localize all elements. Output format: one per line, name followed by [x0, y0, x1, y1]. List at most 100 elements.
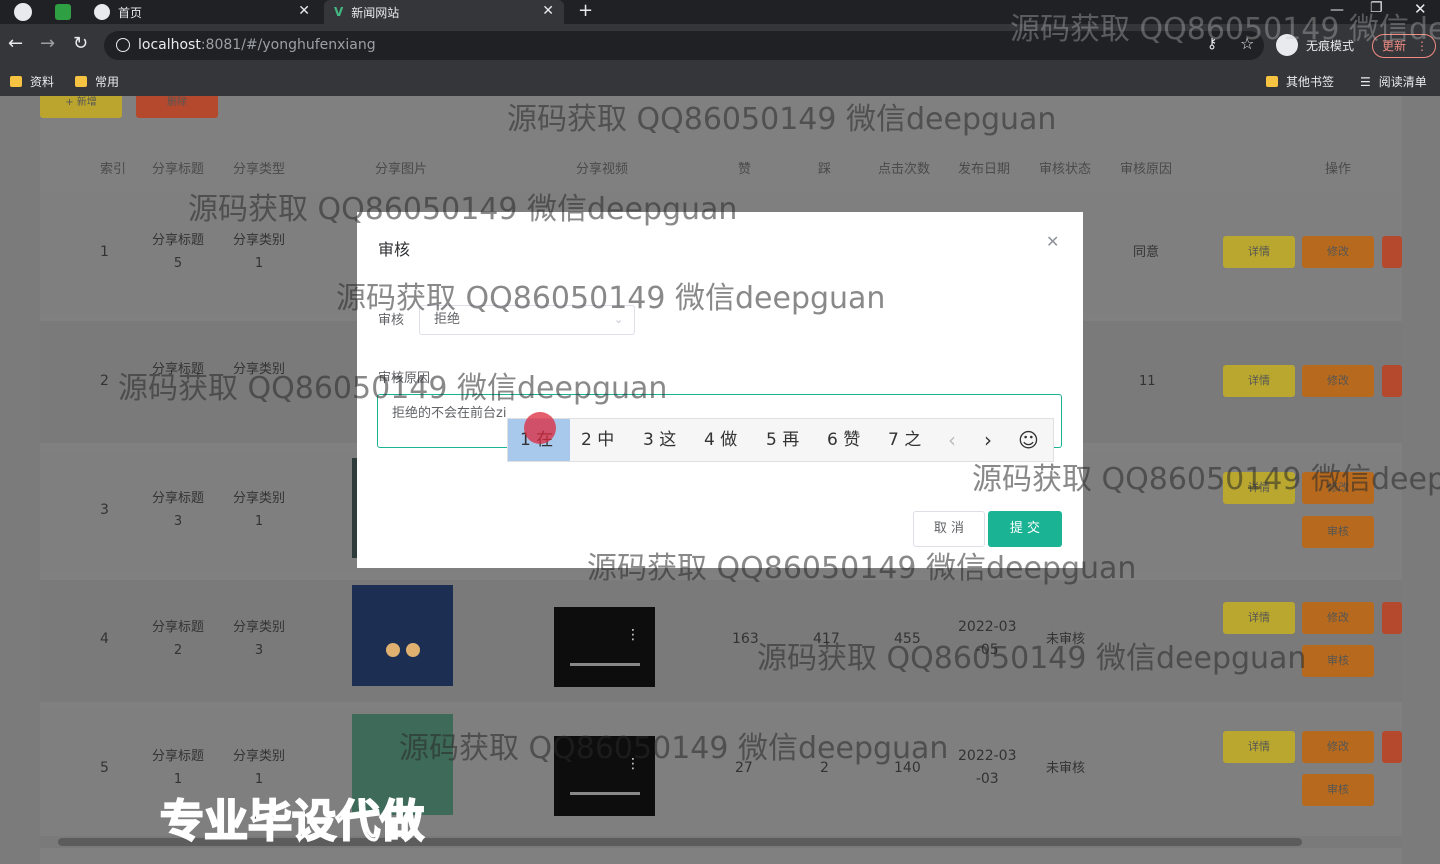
bookmark-label: 常用 — [95, 75, 120, 89]
row-title: 分享标题 2 — [152, 620, 205, 658]
avatar — [386, 643, 400, 657]
audit-button[interactable]: 审核 — [1302, 645, 1374, 677]
bookmark-folder[interactable]: 常用 — [75, 73, 119, 90]
click-indicator — [524, 412, 556, 444]
edit-button[interactable]: 修改 — [1302, 602, 1374, 634]
bookmark-label: 资料 — [30, 75, 55, 89]
header-dislike: 踩 — [818, 162, 832, 177]
delete-row-button[interactable] — [1382, 602, 1402, 634]
video-progress-bar[interactable] — [570, 663, 640, 666]
bookmark-folder[interactable]: 其他书签 — [1266, 73, 1334, 90]
watermark: 源码获取 QQ86050149 微信deepguan — [188, 192, 738, 227]
audit-label: 审核 — [1327, 654, 1349, 667]
reading-list-icon: ☰ — [1360, 74, 1371, 89]
cancel-button[interactable]: 取 消 — [913, 511, 985, 547]
candidate-label: 7 之 — [888, 430, 922, 450]
close-icon[interactable]: ✕ — [298, 3, 310, 19]
candidate-label: 5 再 — [766, 430, 800, 450]
add-button[interactable]: + 新增 — [40, 96, 122, 118]
browser-menu-icon[interactable] — [14, 3, 32, 21]
delete-row-button[interactable] — [1382, 365, 1402, 397]
header-video: 分享视频 — [576, 162, 629, 177]
submit-label: 提 交 — [1009, 521, 1041, 536]
header-title: 分享标题 — [152, 162, 205, 177]
bookmark-label: 其他书签 — [1286, 75, 1335, 89]
header-index: 索引 — [100, 162, 127, 177]
bookmarks-bar: 资料 常用 其他书签 ☰ 阅读清单 — [0, 66, 1440, 96]
header-clicks: 点击次数 — [878, 162, 931, 177]
edit-button[interactable]: 修改 — [1302, 365, 1374, 397]
more-options-icon[interactable]: ⋮ — [626, 627, 640, 643]
audit-label: 审核 — [1327, 525, 1349, 538]
ime-candidate[interactable]: 3 这 — [643, 419, 676, 461]
delete-button[interactable]: 删除 — [136, 96, 218, 118]
ime-candidate[interactable]: 4 做 — [704, 419, 737, 461]
add-label: + 新增 — [65, 97, 97, 108]
chevron-left-icon[interactable]: ‹ — [948, 419, 956, 461]
audit-label: 审核 — [1327, 783, 1349, 796]
audit-button[interactable]: 审核 — [1302, 516, 1374, 548]
header-status: 审核状态 — [1039, 162, 1092, 177]
row-type: 分享类别 1 — [233, 233, 286, 271]
video-progress-bar[interactable] — [570, 792, 640, 795]
close-icon[interactable]: ✕ — [542, 3, 554, 19]
back-icon[interactable]: ← — [8, 33, 23, 54]
row-type: 分享类别 1 — [233, 491, 286, 529]
folder-icon — [10, 76, 22, 87]
globe-icon — [94, 4, 110, 20]
row-index: 3 — [100, 502, 109, 518]
watermark: 源码获取 QQ86050149 微信deepguan — [118, 371, 668, 406]
audit-button[interactable]: 审核 — [1302, 774, 1374, 806]
delete-row-button[interactable] — [1382, 236, 1402, 268]
row-type: 分享类别 3 — [233, 620, 286, 658]
detail-button[interactable]: 详情 — [1223, 236, 1295, 268]
detail-label: 详情 — [1248, 740, 1270, 753]
info-icon[interactable] — [116, 38, 130, 52]
new-tab-button[interactable]: + — [578, 0, 593, 21]
candidate-label: 3 这 — [643, 430, 677, 450]
close-icon[interactable]: ✕ — [1046, 232, 1059, 251]
watermark: 源码获取 QQ86050149 微信deepguan — [507, 102, 1057, 137]
ime-candidate[interactable]: 2 中 — [581, 419, 614, 461]
detail-button[interactable]: 详情 — [1223, 365, 1295, 397]
watermark: 源码获取 QQ86050149 微信deep — [972, 462, 1440, 497]
folder-icon — [75, 76, 87, 87]
candidate-label: 2 中 — [581, 430, 615, 450]
ime-candidate[interactable]: 6 赞 — [827, 419, 860, 461]
share-image — [352, 585, 453, 686]
pinned-tab-icon[interactable] — [55, 4, 71, 20]
header-actions: 操作 — [1325, 162, 1352, 177]
url-path: :8081/#/yonghufenxiang — [200, 37, 376, 53]
submit-button[interactable]: 提 交 — [988, 511, 1062, 547]
ime-candidate[interactable]: 5 再 — [766, 419, 799, 461]
watermark: 源码获取 QQ86050149 微信dee — [1010, 12, 1440, 47]
url-host: localhost — [138, 37, 201, 53]
candidate-label: 6 赞 — [827, 430, 861, 450]
row-date: 2022-03 -03 — [958, 748, 1017, 787]
bookmark-label: 阅读清单 — [1378, 75, 1427, 89]
tab-news[interactable]: V 新闻网站 ✕ — [324, 0, 564, 24]
detail-button[interactable]: 详情 — [1223, 602, 1295, 634]
edit-label: 修改 — [1327, 611, 1349, 624]
bookmark-folder[interactable]: 资料 — [10, 73, 54, 90]
folder-icon — [1266, 76, 1278, 87]
reload-icon[interactable]: ↻ — [73, 33, 88, 54]
detail-button[interactable]: 详情 — [1223, 731, 1295, 763]
row-index: 4 — [100, 631, 109, 647]
tab-home[interactable]: 首页 ✕ — [84, 0, 320, 24]
row-title: 分享标题 5 — [152, 233, 205, 271]
edit-button[interactable]: 修改 — [1302, 731, 1374, 763]
reading-list[interactable]: ☰ 阅读清单 — [1360, 73, 1427, 90]
delete-row-button[interactable] — [1382, 731, 1402, 763]
forward-icon[interactable]: → — [40, 33, 55, 54]
tab-label: 新闻网站 — [351, 5, 400, 20]
vue-logo-icon: V — [334, 5, 344, 19]
edit-label: 修改 — [1327, 374, 1349, 387]
share-video[interactable]: ⋮ — [554, 607, 655, 687]
edit-button[interactable]: 修改 — [1302, 236, 1374, 268]
watermark: 源码获取 QQ86050149 微信deepguan — [587, 551, 1137, 586]
ime-candidate[interactable]: 7 之 — [888, 419, 921, 461]
detail-label: 详情 — [1248, 611, 1270, 624]
header-reason: 审核原因 — [1120, 162, 1173, 177]
edit-label: 修改 — [1327, 245, 1349, 258]
